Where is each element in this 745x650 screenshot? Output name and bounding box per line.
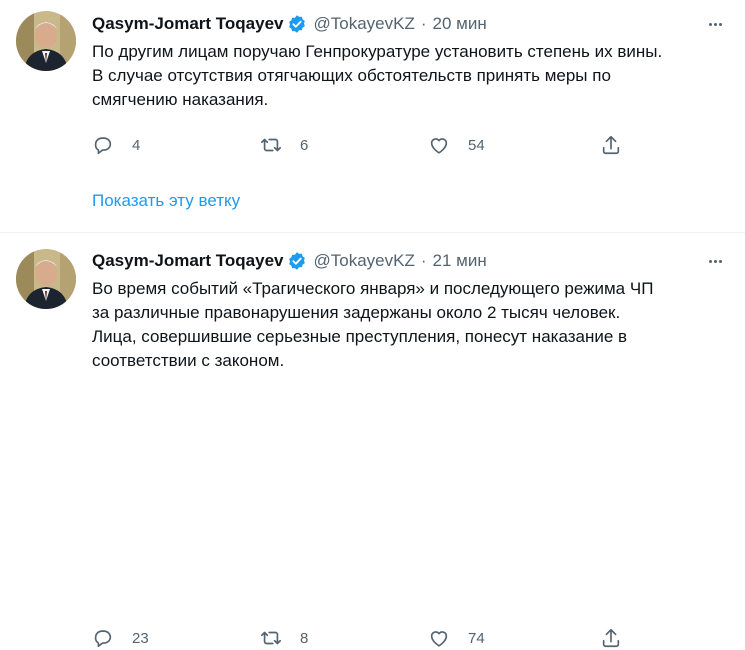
tweet-text-line: соответствии с законом. xyxy=(92,351,285,370)
tweet-actions: 4 6 54 xyxy=(92,133,632,157)
reply-button[interactable]: 4 xyxy=(92,133,260,157)
timeline: Qasym-Jomart Toqayev @TokayevKZ · 20 мин… xyxy=(0,0,745,648)
retweet-icon xyxy=(261,138,281,152)
like-count: 74 xyxy=(468,629,485,647)
author-name[interactable]: Qasym-Jomart Toqayev xyxy=(92,13,283,35)
avatar[interactable] xyxy=(16,11,76,71)
separator-dot: · xyxy=(420,14,427,33)
share-button[interactable] xyxy=(600,133,745,157)
tweet-text: Во время событий «Трагического января» и… xyxy=(92,277,729,373)
separator-dot: · xyxy=(420,251,427,270)
tweet-text: По другим лицам поручаю Генпрокуратуре у… xyxy=(92,40,729,112)
share-icon xyxy=(602,135,620,155)
retweet-icon xyxy=(261,631,281,645)
tweet-text-line: за различные правонарушения задержаны ок… xyxy=(92,303,621,322)
tweet-text-line: Лица, совершившие серьезные преступления… xyxy=(92,327,628,346)
heart-icon xyxy=(430,631,448,647)
timestamp[interactable]: 21 мин xyxy=(433,250,487,272)
retweet-button[interactable]: 6 xyxy=(260,133,428,157)
verified-badge-icon xyxy=(287,14,307,34)
reply-count: 4 xyxy=(132,136,141,154)
timestamp[interactable]: 20 мин xyxy=(433,13,487,35)
tweet[interactable]: Qasym-Jomart Toqayev @TokayevKZ · 20 мин… xyxy=(0,0,745,176)
tweet-header: Qasym-Jomart Toqayev @TokayevKZ · 21 мин xyxy=(92,249,725,273)
tweet[interactable]: Qasym-Jomart Toqayev @TokayevKZ · 21 мин… xyxy=(0,233,745,648)
more-options-icon[interactable] xyxy=(703,14,727,34)
verified-badge-icon xyxy=(287,251,307,271)
like-button[interactable]: 74 xyxy=(428,626,596,650)
like-button[interactable]: 54 xyxy=(428,133,596,157)
more-options-icon[interactable] xyxy=(703,251,727,271)
avatar[interactable] xyxy=(16,249,76,309)
retweet-button[interactable]: 8 xyxy=(260,626,428,650)
author-name[interactable]: Qasym-Jomart Toqayev xyxy=(92,250,283,272)
author-handle[interactable]: @TokayevKZ xyxy=(313,250,414,272)
retweet-count: 6 xyxy=(300,136,309,154)
heart-icon xyxy=(430,138,448,154)
reply-count: 23 xyxy=(132,629,149,647)
show-thread-link[interactable]: Показать эту ветку xyxy=(92,189,240,213)
share-button[interactable] xyxy=(600,626,745,650)
author-handle[interactable]: @TokayevKZ xyxy=(313,13,414,35)
reply-icon xyxy=(94,137,112,155)
reply-button[interactable]: 23 xyxy=(92,626,260,650)
tweet-text-line: смягчению наказания. xyxy=(92,90,269,109)
tweet-text-line: Во время событий «Трагического января» и… xyxy=(92,279,654,298)
tweet-header: Qasym-Jomart Toqayev @TokayevKZ · 20 мин xyxy=(92,12,725,36)
like-count: 54 xyxy=(468,136,485,154)
tweet-text-line: По другим лицам поручаю Генпрокуратуре у… xyxy=(92,42,663,61)
tweet-actions: 23 8 74 xyxy=(92,626,632,650)
tweet-text-line: В случае отсутствия отягчающих обстоятел… xyxy=(92,66,611,85)
share-icon xyxy=(602,628,620,648)
reply-icon xyxy=(94,630,112,648)
retweet-count: 8 xyxy=(300,629,309,647)
